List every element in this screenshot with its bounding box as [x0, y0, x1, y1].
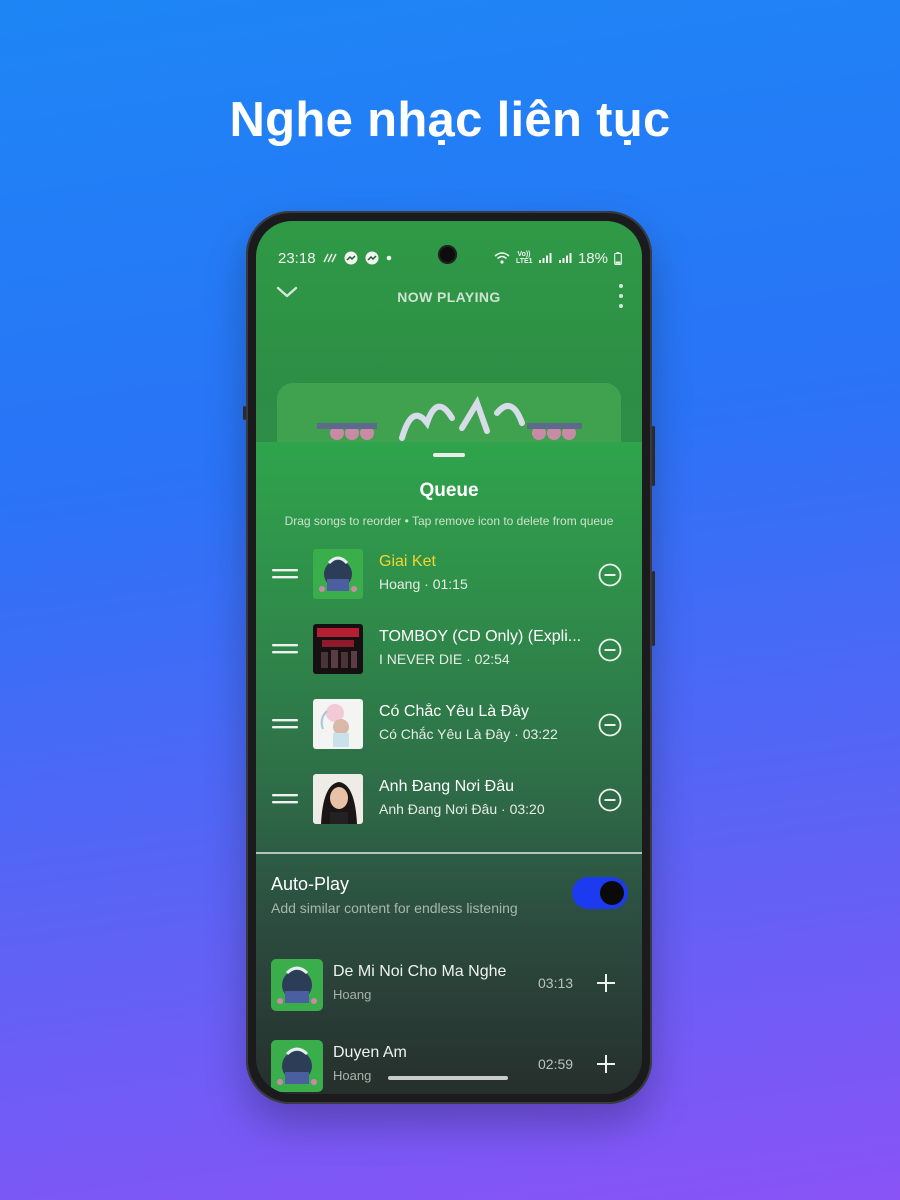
now-playing-title: NOW PLAYING	[397, 289, 501, 305]
suggestion-item[interactable]: De Mi Noi Cho Ma Nghe Hoang 03:13	[256, 957, 642, 1013]
track-thumbnail	[271, 1040, 323, 1092]
battery-icon	[614, 251, 622, 265]
drag-handle-icon[interactable]	[272, 718, 298, 730]
power-button	[652, 426, 655, 486]
volume-button	[652, 571, 655, 646]
track-subtitle: Có Chắc Yêu Là Đây · 03:22	[379, 726, 558, 742]
notification-dot-icon	[386, 255, 391, 261]
network-label: Vo)) LTE1	[515, 251, 533, 265]
track-subtitle: Hoang · 01:15	[379, 576, 468, 592]
queue-hint: Drag songs to reorder • Tap remove icon …	[284, 514, 614, 528]
suggestion-artist: Hoang	[333, 1068, 372, 1083]
track-title: Anh Đang Nơi Đâu	[379, 778, 515, 795]
more-vert-icon[interactable]	[618, 283, 624, 309]
add-icon[interactable]	[596, 1054, 616, 1074]
remove-circle-icon[interactable]	[598, 638, 622, 662]
wifi-icon	[494, 252, 510, 264]
track-thumbnail	[313, 699, 363, 749]
queue-title: Queue	[419, 480, 479, 501]
track-title: Giai Ket	[379, 553, 436, 570]
add-icon[interactable]	[596, 973, 616, 993]
suggestion-artist: Hoang	[333, 987, 372, 1002]
track-thumbnail	[313, 549, 363, 599]
queue-item[interactable]: TOMBOY (CD Only) (Expli... I NEVER DIE ·…	[256, 621, 642, 677]
suggestion-item[interactable]: Duyen Am Hoang 02:59	[256, 1038, 642, 1094]
signal-icon	[538, 253, 552, 263]
side-notch	[243, 406, 246, 420]
track-subtitle: I NEVER DIE · 02:54	[379, 651, 510, 667]
messenger-icon	[365, 251, 379, 265]
suggestion-title: Duyen Am	[333, 1044, 407, 1061]
track-thumbnail	[271, 959, 323, 1011]
track-thumbnail	[313, 774, 363, 824]
camera-cutout	[438, 245, 457, 264]
track-title: TOMBOY (CD Only) (Expli...	[379, 628, 582, 645]
queue-item[interactable]: Có Chắc Yêu Là Đây Có Chắc Yêu Là Đây · …	[256, 696, 642, 752]
now-playing-header: NOW PLAYING	[256, 283, 642, 313]
phone-screen: 23:18 Vo)) LTE1 18% NOW PLAYING Queue Dr…	[256, 221, 642, 1094]
phone-frame: 23:18 Vo)) LTE1 18% NOW PLAYING Queue Dr…	[243, 211, 655, 1104]
headline: Nghe nhạc liên tục	[229, 93, 671, 147]
status-time: 23:18	[278, 249, 316, 267]
home-indicator[interactable]	[388, 1076, 508, 1080]
remove-circle-icon[interactable]	[598, 788, 622, 812]
drag-handle-icon[interactable]	[272, 793, 298, 805]
queue-sheet: Queue Drag songs to reorder • Tap remove…	[256, 442, 642, 1094]
sheet-grab-handle[interactable]	[433, 453, 465, 457]
battery-percent: 18%	[577, 249, 608, 267]
remove-circle-icon[interactable]	[598, 713, 622, 737]
autoplay-title: Auto-Play	[271, 874, 350, 894]
autoplay-toggle[interactable]	[572, 877, 628, 909]
suggestion-title: De Mi Noi Cho Ma Nghe	[333, 963, 507, 980]
divider	[256, 852, 642, 854]
drag-handle-icon[interactable]	[272, 568, 298, 580]
track-thumbnail	[313, 624, 363, 674]
remove-circle-icon[interactable]	[598, 563, 622, 587]
drag-handle-icon[interactable]	[272, 643, 298, 655]
suggestion-duration: 02:59	[538, 1056, 574, 1072]
track-title: Có Chắc Yêu Là Đây	[379, 703, 530, 720]
queue-item[interactable]: Anh Đang Nơi Đâu Anh Đang Nơi Đâu · 03:2…	[256, 771, 642, 827]
signal-icon	[558, 253, 572, 263]
suggestion-duration: 03:13	[538, 975, 574, 991]
track-subtitle: Anh Đang Nơi Đâu · 03:20	[379, 801, 545, 817]
messenger-icon	[344, 251, 358, 265]
toggle-knob	[600, 881, 624, 905]
autoplay-subtitle: Add similar content for endless listenin…	[271, 900, 518, 916]
queue-item[interactable]: Giai Ket Hoang · 01:15	[256, 546, 642, 602]
wave-icon	[322, 253, 337, 263]
